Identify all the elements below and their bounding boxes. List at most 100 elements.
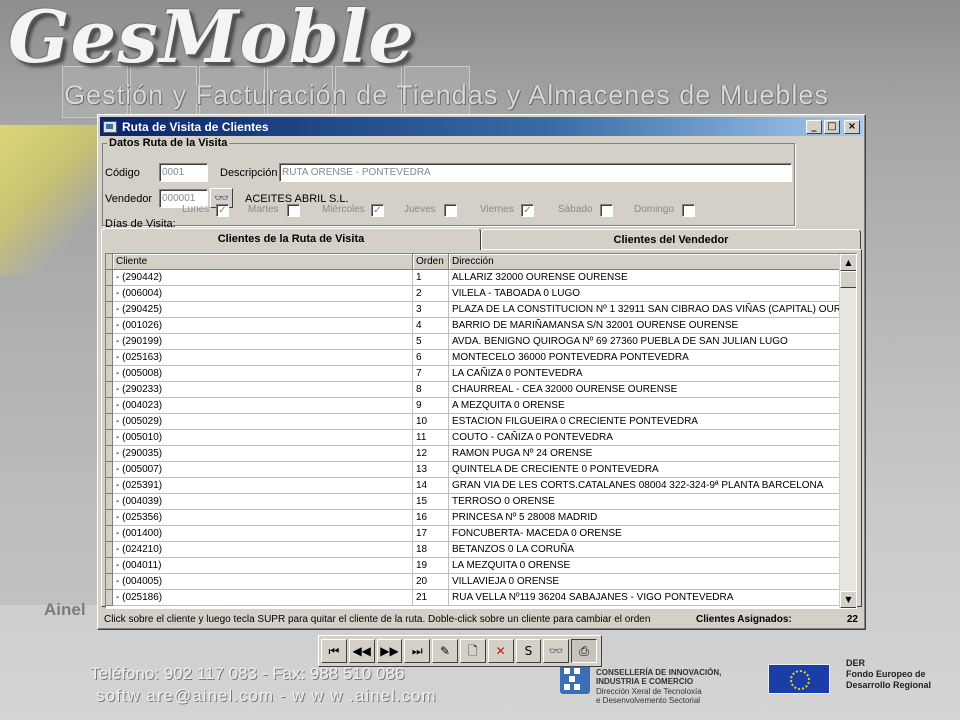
row-indicator[interactable]: [106, 542, 113, 558]
day-martes-checkbox[interactable]: [287, 204, 300, 217]
cell-orden[interactable]: 17: [413, 526, 449, 542]
cell-cliente[interactable]: - (025356): [113, 510, 413, 526]
cell-direccion[interactable]: PRINCESA Nº 5 28008 MADRID: [449, 510, 841, 526]
cell-orden[interactable]: 16: [413, 510, 449, 526]
table-row[interactable]: - (004039) 15 TERROSO 0 ORENSE: [106, 494, 856, 510]
cell-cliente[interactable]: - (005029): [113, 414, 413, 430]
cell-orden[interactable]: 13: [413, 462, 449, 478]
cell-direccion[interactable]: QUINTELA DE CRECIENTE 0 PONTEVEDRA: [449, 462, 841, 478]
column-header-cliente[interactable]: Cliente: [113, 254, 413, 270]
cell-direccion[interactable]: PLAZA DE LA CONSTITUCION Nº 1 32911 SAN …: [449, 302, 841, 318]
first-record-button[interactable]: ⏮: [321, 639, 347, 663]
cell-orden[interactable]: 18: [413, 542, 449, 558]
s-button[interactable]: S: [515, 639, 542, 663]
last-record-button[interactable]: ⏭: [404, 639, 431, 663]
cell-direccion[interactable]: GRAN VIA DE LES CORTS.CATALANES 08004 32…: [449, 478, 841, 494]
row-indicator[interactable]: [106, 494, 113, 510]
cell-direccion[interactable]: CHAURREAL - CEA 32000 OURENSE OURENSE: [449, 382, 841, 398]
row-indicator[interactable]: [106, 334, 113, 350]
table-row[interactable]: - (290442) 1 ALLARIZ 32000 OURENSE OURENSE: [106, 270, 856, 286]
row-indicator[interactable]: [106, 478, 113, 494]
table-row[interactable]: - (001026) 4 BARRIO DE MARIÑAMANSA S/N 320…: [106, 318, 856, 334]
cell-orden[interactable]: 15: [413, 494, 449, 510]
cell-orden[interactable]: 21: [413, 590, 449, 606]
column-header-orden[interactable]: Orden: [413, 254, 449, 270]
day-domingo-checkbox[interactable]: [682, 204, 695, 217]
row-indicator[interactable]: [106, 462, 113, 478]
cell-cliente[interactable]: - (290035): [113, 446, 413, 462]
cell-cliente[interactable]: - (006004): [113, 286, 413, 302]
row-indicator[interactable]: [106, 302, 113, 318]
cell-cliente[interactable]: - (290233): [113, 382, 413, 398]
row-indicator[interactable]: [106, 414, 113, 430]
cell-direccion[interactable]: MONTECELO 36000 PONTEVEDRA PONTEVEDRA: [449, 350, 841, 366]
descripcion-field[interactable]: RUTA ORENSE - PONTEVEDRA: [279, 163, 792, 182]
cell-direccion[interactable]: FONCUBERTA- MACEDA 0 ORENSE: [449, 526, 841, 542]
scroll-up-button[interactable]: ▲: [840, 254, 856, 271]
row-indicator[interactable]: [106, 398, 113, 414]
row-indicator[interactable]: [106, 526, 113, 542]
cell-direccion[interactable]: A MEZQUITA 0 ORENSE: [449, 398, 841, 414]
cell-direccion[interactable]: AVDA. BENIGNO QUIROGA Nº 69 27360 PUEBLA…: [449, 334, 841, 350]
day-sabado-checkbox[interactable]: [600, 204, 613, 217]
table-row[interactable]: - (004005) 20 VILLAVIEJA 0 ORENSE: [106, 574, 856, 590]
cell-orden[interactable]: 10: [413, 414, 449, 430]
row-indicator[interactable]: [106, 510, 113, 526]
codigo-field[interactable]: 0001: [159, 163, 208, 182]
table-row[interactable]: - (004011) 19 LA MEZQUITA 0 ORENSE: [106, 558, 856, 574]
table-row[interactable]: - (005010) 11 COUTO - CAÑIZA 0 PONTEVEDRA: [106, 430, 856, 446]
cell-orden[interactable]: 2: [413, 286, 449, 302]
scroll-down-button[interactable]: ▼: [840, 591, 856, 608]
cell-direccion[interactable]: TERROSO 0 ORENSE: [449, 494, 841, 510]
cell-direccion[interactable]: BARRIO DE MARIÑAMANSA S/N 32001 OURENSE …: [449, 318, 841, 334]
scroll-thumb[interactable]: [840, 271, 856, 288]
cell-cliente[interactable]: - (290425): [113, 302, 413, 318]
cell-cliente[interactable]: - (004023): [113, 398, 413, 414]
new-button[interactable]: 🗋: [459, 639, 486, 663]
cell-orden[interactable]: 11: [413, 430, 449, 446]
tab-clientes-vendedor[interactable]: Clientes del Vendedor: [481, 229, 861, 249]
cell-cliente[interactable]: - (004039): [113, 494, 413, 510]
row-indicator[interactable]: [106, 574, 113, 590]
close-button[interactable]: ×: [844, 119, 860, 134]
cell-orden[interactable]: 12: [413, 446, 449, 462]
print-button[interactable]: ⎙: [571, 639, 597, 663]
row-indicator[interactable]: [106, 366, 113, 382]
next-record-button[interactable]: ▶▶: [376, 639, 403, 663]
cell-cliente[interactable]: - (001026): [113, 318, 413, 334]
cell-direccion[interactable]: ALLARIZ 32000 OURENSE OURENSE: [449, 270, 841, 286]
cell-cliente[interactable]: - (025186): [113, 590, 413, 606]
day-miercoles-checkbox[interactable]: ✓: [371, 204, 384, 217]
cell-direccion[interactable]: COUTO - CAÑIZA 0 PONTEVEDRA: [449, 430, 841, 446]
edit-button[interactable]: ✎: [432, 639, 458, 663]
row-indicator[interactable]: [106, 382, 113, 398]
cell-cliente[interactable]: - (004011): [113, 558, 413, 574]
cell-direccion[interactable]: RUA VELLA Nº119 36204 SABAJANES - VIGO P…: [449, 590, 841, 606]
cell-cliente[interactable]: - (004005): [113, 574, 413, 590]
table-row[interactable]: - (025163) 6 MONTECELO 36000 PONTEVEDRA PO…: [106, 350, 856, 366]
table-row[interactable]: - (001400) 17 FONCUBERTA- MACEDA 0 ORENSE: [106, 526, 856, 542]
cell-direccion[interactable]: LA MEZQUITA 0 ORENSE: [449, 558, 841, 574]
cell-orden[interactable]: 14: [413, 478, 449, 494]
cell-cliente[interactable]: - (005007): [113, 462, 413, 478]
day-viernes-checkbox[interactable]: ✓: [521, 204, 534, 217]
search-button[interactable]: 👓: [543, 639, 570, 663]
cell-orden[interactable]: 8: [413, 382, 449, 398]
cell-direccion[interactable]: RAMON PUGA Nº 24 ORENSE: [449, 446, 841, 462]
maximize-button[interactable]: □: [824, 119, 840, 134]
table-row[interactable]: - (025356) 16 PRINCESA Nº 5 28008 MADRID: [106, 510, 856, 526]
cell-orden[interactable]: 4: [413, 318, 449, 334]
cell-cliente[interactable]: - (025391): [113, 478, 413, 494]
row-indicator[interactable]: [106, 286, 113, 302]
table-row[interactable]: - (290233) 8 CHAURREAL - CEA 32000 OURENSE…: [106, 382, 856, 398]
minimize-button[interactable]: _: [806, 119, 822, 134]
table-row[interactable]: - (290425) 3 PLAZA DE LA CONSTITUCION Nº 1…: [106, 302, 856, 318]
table-row[interactable]: - (004023) 9 A MEZQUITA 0 ORENSE: [106, 398, 856, 414]
delete-button[interactable]: ✕: [487, 639, 514, 663]
table-row[interactable]: - (025391) 14 GRAN VIA DE LES CORTS.CATALA…: [106, 478, 856, 494]
grid-vertical-scrollbar[interactable]: ▲ ▼: [839, 254, 856, 608]
row-indicator[interactable]: [106, 270, 113, 286]
cell-direccion[interactable]: VILLAVIEJA 0 ORENSE: [449, 574, 841, 590]
row-indicator[interactable]: [106, 318, 113, 334]
table-row[interactable]: - (024210) 18 BETANZOS 0 LA CORUÑA: [106, 542, 856, 558]
